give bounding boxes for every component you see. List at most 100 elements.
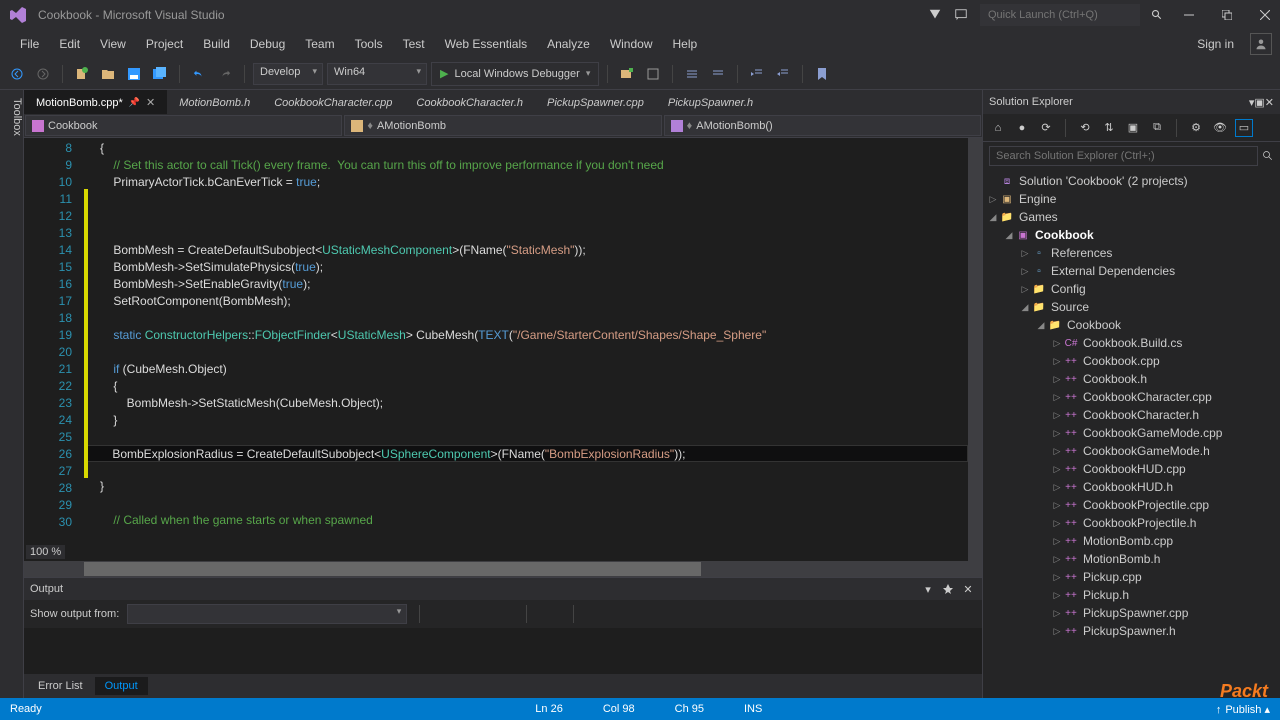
platform-dropdown[interactable]: Win64 [327,63,427,85]
open-file-button[interactable] [97,63,119,85]
tb-outdent-button[interactable] [772,63,794,85]
se-prop-icon[interactable]: ⚙ [1187,119,1205,137]
publish-button[interactable]: ↑Publish ▴ [1216,703,1270,716]
notifications-icon[interactable] [928,8,946,22]
tb-indent-button[interactable] [746,63,768,85]
doctab[interactable]: PickupSpawner.h [656,90,765,114]
doctab[interactable]: MotionBomb.h [167,90,262,114]
tree-node[interactable]: ⧈Solution 'Cookbook' (2 projects) [983,172,1280,190]
menu-edit[interactable]: Edit [49,33,90,55]
account-icon[interactable] [1250,33,1272,55]
member-dropdown[interactable]: ♦AMotionBomb() [664,115,981,136]
tree-node[interactable]: ▷++Pickup.cpp [983,568,1280,586]
solexp-search-input[interactable] [989,146,1258,166]
se-showall-icon[interactable]: ▣ [1124,119,1142,137]
quick-launch-input[interactable] [980,4,1140,26]
tree-node[interactable]: ▷📁Config [983,280,1280,298]
output-source-dropdown[interactable] [127,604,407,624]
panel-dropdown-icon[interactable]: ▾ [920,581,936,597]
panel-pin-icon[interactable] [940,581,956,597]
solexp-close-icon[interactable]: ✕ [1265,96,1274,109]
out-btn-1[interactable] [432,603,454,625]
out-btn-5[interactable] [586,603,608,625]
tree-node[interactable]: ▷▫External Dependencies [983,262,1280,280]
search-icon[interactable] [1262,150,1274,162]
nav-fwd-button[interactable] [32,63,54,85]
undo-button[interactable] [188,63,210,85]
scope-dropdown[interactable]: Cookbook [25,115,342,136]
out-btn-3[interactable] [492,603,514,625]
se-preview-icon[interactable]: 👁 [1211,119,1229,137]
se-refresh-icon[interactable]: ⟲ [1076,119,1094,137]
menu-project[interactable]: Project [136,33,193,55]
tree-node[interactable]: ▷++Cookbook.cpp [983,352,1280,370]
output-body[interactable] [24,628,982,674]
tb-comment-button[interactable] [681,63,703,85]
tree-node[interactable]: ▷++Cookbook.h [983,370,1280,388]
code-editor[interactable]: 8910111213141516171819202122232425262728… [24,138,982,561]
tree-node[interactable]: ▷▫References [983,244,1280,262]
new-project-button[interactable] [71,63,93,85]
tree-node[interactable]: ◢📁Games [983,208,1280,226]
tree-node[interactable]: ▷++MotionBomb.h [983,550,1280,568]
se-copy-icon[interactable]: ⧉ [1148,119,1166,137]
menu-test[interactable]: Test [393,33,435,55]
menu-help[interactable]: Help [663,33,708,55]
tree-node[interactable]: ▷++MotionBomb.cpp [983,532,1280,550]
tb-btn-1[interactable] [616,63,638,85]
tb-btn-2[interactable] [642,63,664,85]
menu-analyze[interactable]: Analyze [537,33,600,55]
tab-output[interactable]: Output [95,677,148,695]
feedback-icon[interactable] [954,8,972,22]
menu-build[interactable]: Build [193,33,240,55]
tree-node[interactable]: ▷▣Engine [983,190,1280,208]
tree-node[interactable]: ▷C#Cookbook.Build.cs [983,334,1280,352]
doctab[interactable]: PickupSpawner.cpp [535,90,656,114]
menu-webess[interactable]: Web Essentials [435,33,537,55]
se-last-icon[interactable]: ▭ [1235,119,1253,137]
tree-node[interactable]: ◢📁Cookbook [983,316,1280,334]
tree-node[interactable]: ◢▣Cookbook [983,226,1280,244]
menu-team[interactable]: Team [295,33,344,55]
tree-node[interactable]: ▷++CookbookCharacter.cpp [983,388,1280,406]
save-button[interactable] [123,63,145,85]
out-btn-2[interactable] [462,603,484,625]
maximize-button[interactable] [1212,1,1242,29]
save-all-button[interactable] [149,63,171,85]
tree-node[interactable]: ▷++CookbookProjectile.cpp [983,496,1280,514]
toolbox-tab[interactable]: Toolbox [0,90,24,698]
tree-node[interactable]: ▷++CookbookCharacter.h [983,406,1280,424]
solexp-tree[interactable]: ⧈Solution 'Cookbook' (2 projects)▷▣Engin… [983,170,1280,698]
menu-tools[interactable]: Tools [345,33,393,55]
doctab[interactable]: MotionBomb.cpp*📌✕ [24,90,167,114]
menu-view[interactable]: View [90,33,136,55]
menu-debug[interactable]: Debug [240,33,295,55]
menu-window[interactable]: Window [600,33,663,55]
horizontal-scrollbar[interactable] [24,561,982,577]
close-button[interactable] [1250,1,1280,29]
tree-node[interactable]: ▷++CookbookHUD.cpp [983,460,1280,478]
solexp-pin-icon[interactable]: ▣ [1254,96,1264,109]
se-collapse-icon[interactable]: ⇅ [1100,119,1118,137]
tab-error-list[interactable]: Error List [28,677,93,695]
se-back-icon[interactable]: ● [1013,119,1031,137]
config-dropdown[interactable]: Develop [253,63,323,85]
tb-uncomment-button[interactable] [707,63,729,85]
tree-node[interactable]: ◢📁Source [983,298,1280,316]
zoom-level[interactable]: 100 % [26,545,65,559]
out-btn-4[interactable] [539,603,561,625]
sign-in-link[interactable]: Sign in [1187,33,1244,55]
redo-button[interactable] [214,63,236,85]
doctab[interactable]: CookbookCharacter.h [404,90,535,114]
panel-close-icon[interactable]: ✕ [960,581,976,597]
doctab[interactable]: CookbookCharacter.cpp [262,90,404,114]
close-icon[interactable]: ✕ [146,96,155,109]
tree-node[interactable]: ▷++Pickup.h [983,586,1280,604]
tree-node[interactable]: ▷++CookbookProjectile.h [983,514,1280,532]
tree-node[interactable]: ▷++CookbookGameMode.h [983,442,1280,460]
tree-node[interactable]: ▷++PickupSpawner.h [983,622,1280,640]
tree-node[interactable]: ▷++CookbookHUD.h [983,478,1280,496]
class-dropdown[interactable]: ♦AMotionBomb [344,115,661,136]
tb-bookmark-button[interactable] [811,63,833,85]
search-icon[interactable] [1148,6,1166,24]
